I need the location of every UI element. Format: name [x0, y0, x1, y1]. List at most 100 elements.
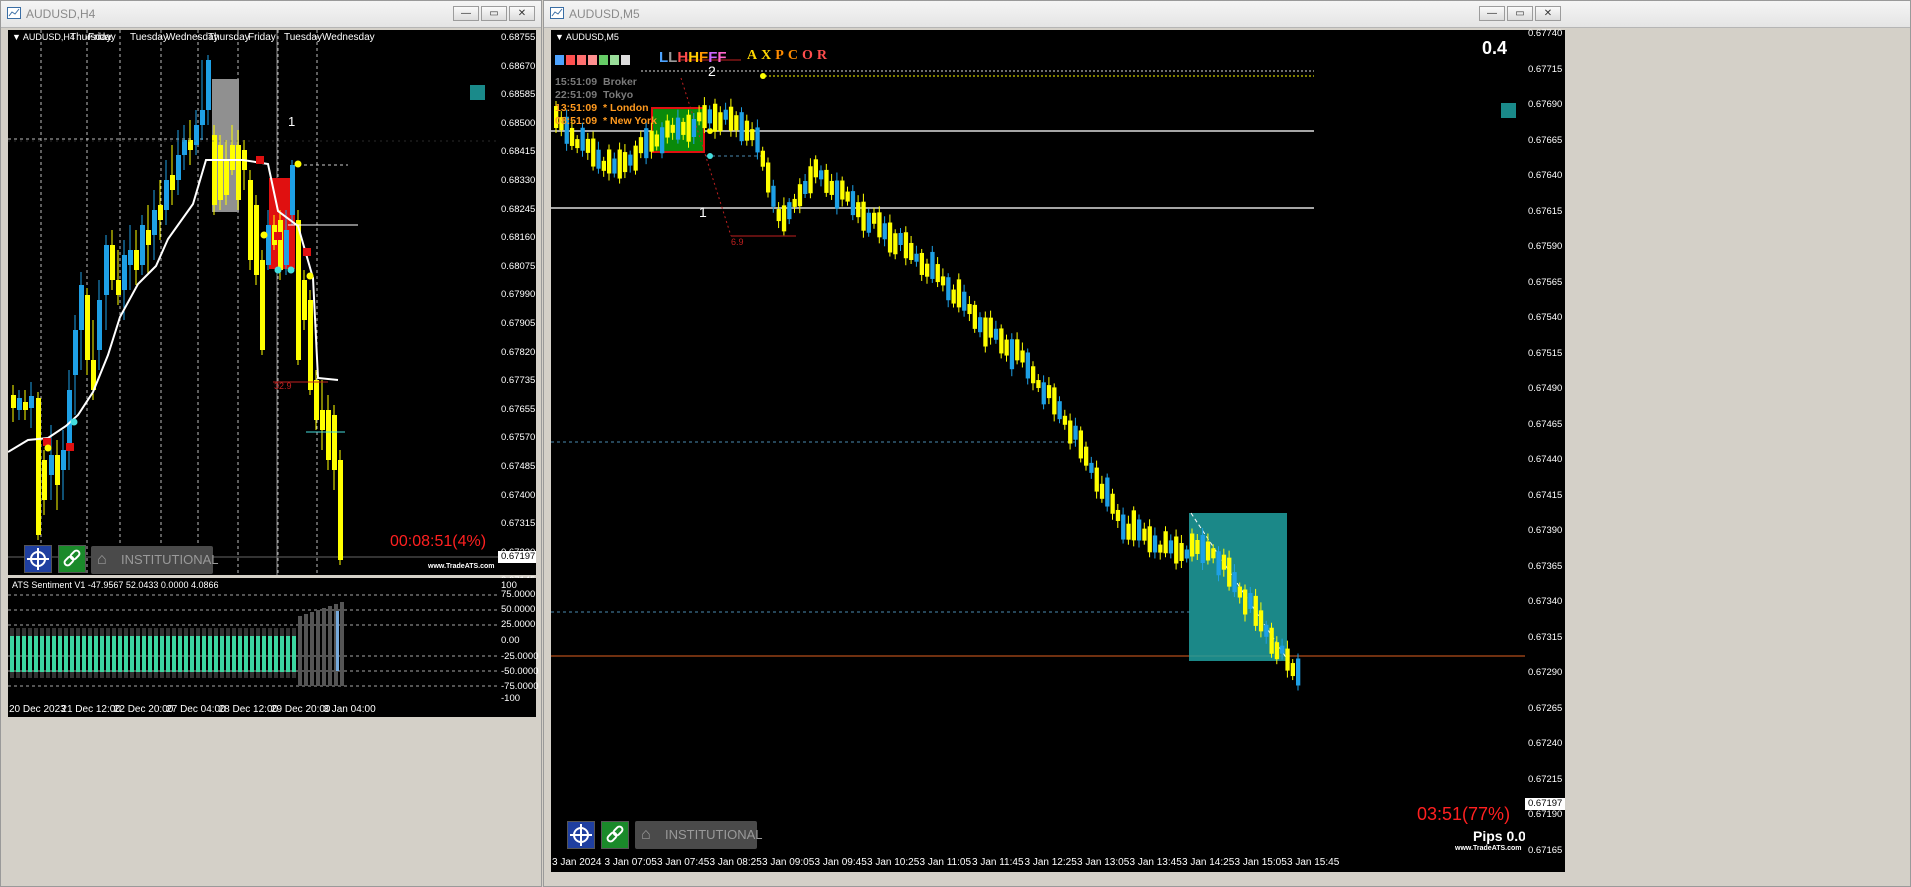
price-tick-label: 0.67465 — [1528, 418, 1563, 430]
sentiment-bar — [22, 636, 26, 672]
sentiment-gray-bar — [310, 612, 314, 686]
crosshair-tool-button[interactable] — [567, 821, 595, 849]
link-tool-button[interactable] — [58, 545, 86, 573]
candle — [919, 252, 924, 275]
candle — [819, 170, 824, 180]
sentiment-gray-bar — [304, 614, 308, 686]
candle — [1227, 557, 1232, 587]
sentiment-bar — [154, 636, 158, 672]
candle — [79, 285, 84, 330]
sentiment-bar — [178, 636, 182, 672]
signal-dot — [274, 266, 282, 274]
sentiment-gray-bar — [298, 616, 302, 686]
sentiment-level-label: -25.0000 — [501, 651, 539, 662]
candle — [930, 251, 935, 279]
right-chart-window[interactable]: AUDUSD,M5 — ▭ ✕ ▼ AUDUSD,M5 LLHHFFF AXPC… — [543, 0, 1911, 887]
price-tick-label: 0.68160 — [501, 232, 536, 244]
sentiment-bar — [226, 636, 230, 672]
date-tick-label: 3 Jan 2024 — [552, 857, 602, 868]
candle — [158, 205, 163, 220]
candle — [840, 180, 845, 200]
candle — [628, 154, 633, 166]
sentiment-bar — [118, 636, 122, 672]
date-tick-label: 3 Jan 04:00 — [323, 704, 376, 715]
right-candle-timer: 03:51(77%) — [1417, 804, 1511, 824]
candle — [1232, 572, 1237, 593]
candle — [617, 149, 622, 179]
date-tick-label: 3 Jan 07:05 — [604, 857, 657, 868]
price-tick-label: 0.67390 — [1528, 525, 1563, 536]
sentiment-indicator-panel[interactable]: ATS Sentiment V1 -47.9567 52.0433 0.0000… — [8, 578, 498, 703]
date-tick-label: 20 Dec 2023 — [9, 704, 66, 715]
signal-dot — [294, 160, 302, 168]
candle — [935, 264, 940, 283]
session-clock: 22:51:09 Tokyo — [555, 89, 657, 102]
institutional-mode-button[interactable]: ⌂ INSTITUTIONAL MODE — [635, 821, 762, 856]
candle — [1174, 536, 1179, 564]
candle — [670, 124, 675, 133]
right-main-chart[interactable]: ▼ AUDUSD,M5 LLHHFFF AXPCOR 15:51:09 Broke… — [551, 30, 1525, 856]
link-tool-button[interactable] — [601, 821, 629, 849]
candle — [962, 291, 967, 311]
crosshair-tool-button[interactable] — [24, 545, 52, 573]
maximize-button[interactable]: ▭ — [481, 6, 507, 21]
symbol-label: ▼ AUDUSD,H4 — [12, 32, 75, 42]
candle — [1142, 528, 1147, 541]
session-name: * London — [603, 102, 649, 114]
candle — [803, 180, 808, 194]
candle — [1025, 352, 1030, 379]
pattern-label-2: 2 — [708, 63, 716, 79]
candle — [702, 105, 707, 129]
sentiment-bar — [250, 636, 254, 672]
left-chart-window[interactable]: AUDUSD,H4 — ▭ ✕ ▼ AUDUSD,H4 Thursday Frid… — [0, 0, 542, 887]
candle — [983, 317, 988, 347]
teal-marker — [1501, 103, 1516, 118]
close-button[interactable]: ✕ — [509, 6, 535, 21]
session-name: Tokyo — [603, 89, 634, 101]
price-tick-label: 0.67565 — [1528, 276, 1563, 288]
candle — [1089, 462, 1094, 473]
date-tick-label: 28 Dec 12:00 — [218, 704, 279, 715]
candle — [61, 450, 66, 470]
color-swatch-row — [555, 52, 632, 70]
candle — [1237, 586, 1242, 598]
close-button[interactable]: ✕ — [1535, 6, 1561, 21]
candle — [260, 260, 265, 350]
left-title-bar[interactable]: AUDUSD,H4 — ▭ ✕ — [1, 1, 541, 28]
date-tick-label: 3 Jan 12:25 — [1024, 857, 1077, 868]
signal-square — [303, 248, 311, 256]
candle — [1126, 523, 1131, 540]
candle — [591, 138, 596, 167]
date-tick-label: 3 Jan 14:25 — [1182, 857, 1235, 868]
right-title-bar[interactable]: AUDUSD,M5 — ▭ ✕ — [544, 1, 1910, 28]
candle — [104, 245, 109, 295]
institutional-mode-button[interactable]: ⌂ INSTITUTIONAL MODE — [91, 546, 218, 574]
sentiment-bar — [10, 636, 14, 672]
candle — [649, 130, 654, 152]
date-tick-label: 21 Dec 12:00 — [61, 704, 121, 715]
bank-icon: ⌂ — [641, 826, 651, 843]
minimize-button[interactable]: — — [1479, 6, 1505, 21]
sentiment-bar — [130, 636, 134, 672]
session-name: * New York — [603, 115, 657, 127]
sentiment-bar — [256, 636, 260, 672]
left-main-chart[interactable]: ▼ AUDUSD,H4 Thursday Friday Tuesday Wednesd… — [8, 30, 498, 575]
date-tick-label: 3 Jan 09:05 — [762, 857, 815, 868]
teal-marker — [470, 85, 485, 100]
date-tick-label: 3 Jan 15:45 — [1287, 857, 1340, 868]
left-current-price: 0.67197 — [501, 551, 536, 562]
price-tick-label: 0.67640 — [1528, 170, 1563, 181]
axpcor-letter: X — [761, 48, 776, 63]
candle — [278, 220, 283, 270]
candle — [914, 253, 919, 262]
minimize-button[interactable]: — — [453, 6, 479, 21]
candle — [326, 410, 331, 460]
maximize-button[interactable]: ▭ — [1507, 6, 1533, 21]
price-tick-label: 0.68075 — [501, 260, 536, 272]
candle — [36, 398, 41, 535]
candle — [675, 117, 681, 140]
candle — [164, 180, 169, 210]
sentiment-bar — [190, 636, 194, 672]
candle — [1041, 382, 1046, 405]
left-time-axis: 20 Dec 2023 21 Dec 12:00 22 Dec 20:00 27 De… — [8, 703, 536, 717]
